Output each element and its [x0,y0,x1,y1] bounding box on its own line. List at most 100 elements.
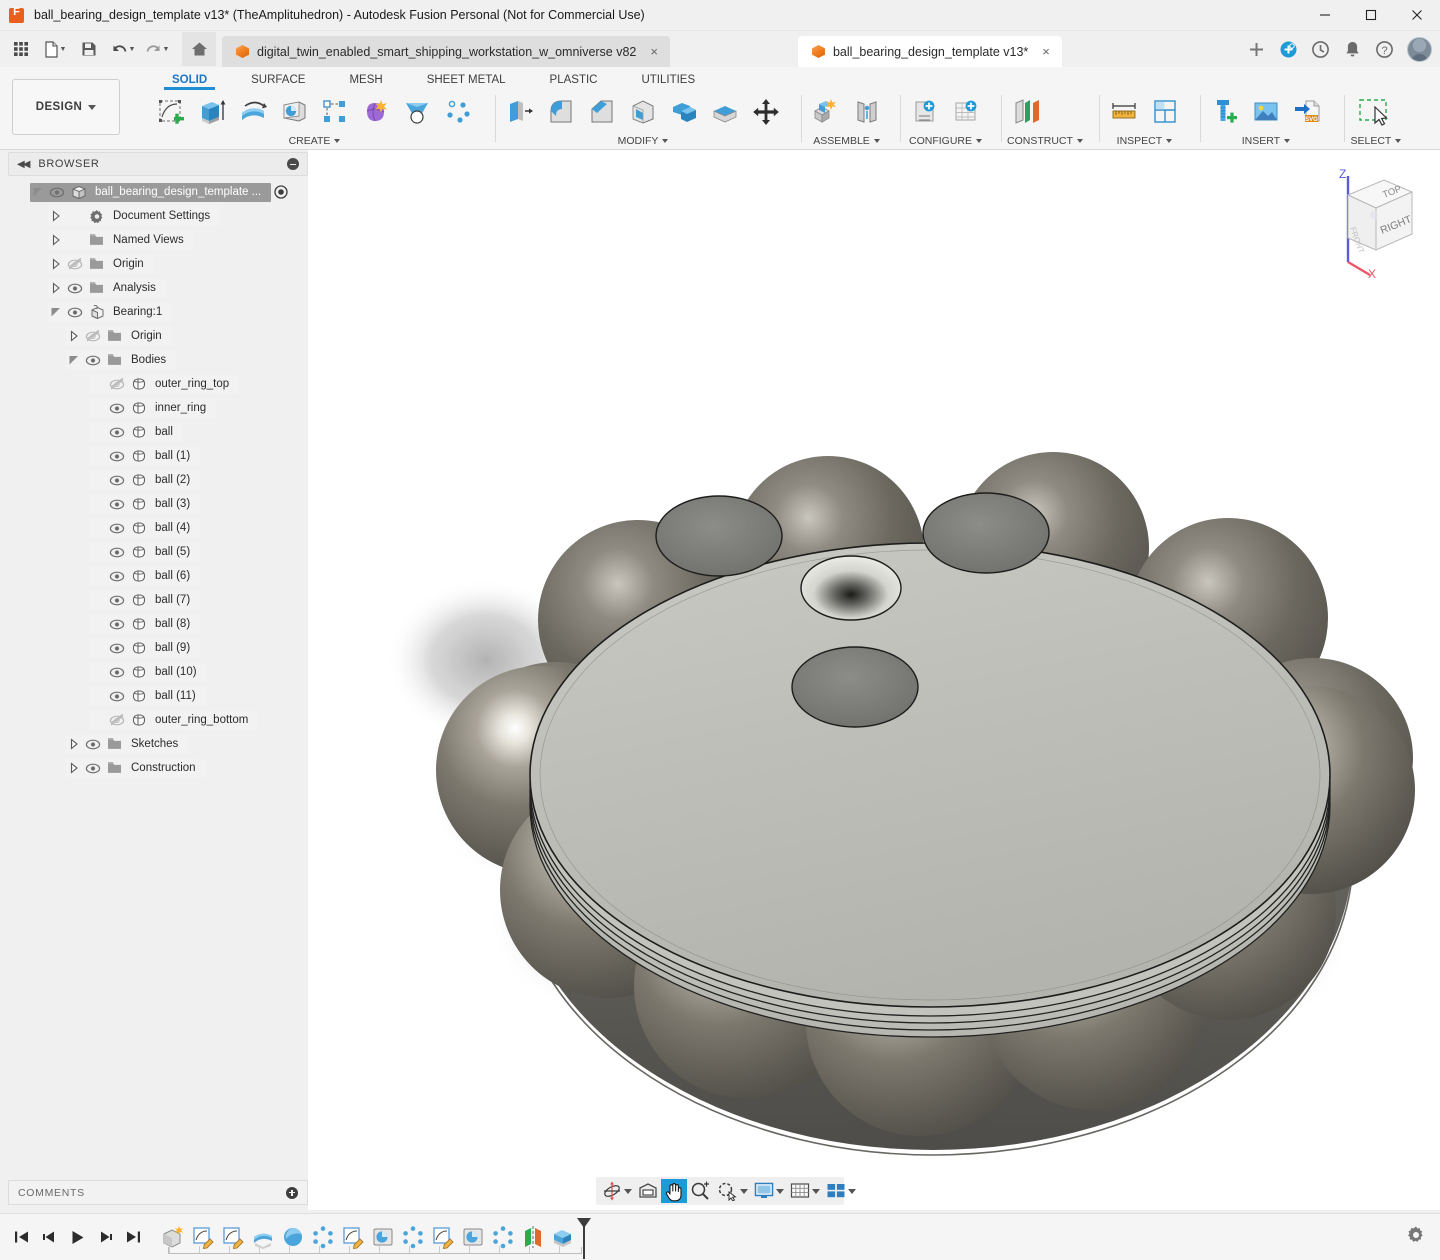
panel-modify-title[interactable]: MODIFY [501,133,785,149]
ribbon-tab-surface[interactable]: SURFACE [229,74,327,90]
tree-node[interactable]: Sketches [8,732,308,756]
fillet-icon[interactable] [542,92,580,132]
revolve-feature-icon[interactable] [248,1222,278,1252]
eye-visible-icon[interactable] [106,567,128,586]
tree-row[interactable]: ball (9) [90,638,201,658]
canvas-3d-viewport[interactable]: Z X TOP RIGHT FRONT [308,150,1440,1210]
eye-visible-icon[interactable] [106,495,128,514]
tree-row[interactable]: ball (2) [90,470,201,490]
home-icon[interactable] [182,32,216,66]
expand-arrow-icon[interactable] [48,255,64,274]
chevron-double-left-icon[interactable]: ◀◀ [17,159,30,170]
form-icon[interactable] [357,92,395,132]
collapse-arrow-icon[interactable] [66,351,82,370]
plus-circle-icon[interactable] [286,1186,298,1199]
eye-visible-icon[interactable] [106,447,128,466]
eye-visible-icon[interactable] [106,687,128,706]
eye-visible-icon[interactable] [106,663,128,682]
eye-visible-icon[interactable] [46,183,68,202]
notifications-button[interactable] [1337,34,1367,64]
tree-row[interactable]: Bodies [66,350,177,370]
combine-feature-icon[interactable] [548,1222,578,1252]
viewports-button[interactable] [823,1179,859,1203]
tree-node[interactable]: ball (5) [8,540,308,564]
fit-button[interactable] [714,1179,751,1203]
panel-inspect-title[interactable]: INSPECT [1105,133,1184,149]
circular-pattern-feature-icon[interactable] [308,1222,338,1252]
tree-node[interactable]: Construction [8,756,308,780]
comments-panel[interactable]: COMMENTS [8,1180,308,1205]
tree-row[interactable]: ball (6) [90,566,201,586]
tree-row[interactable]: Bearing:1 [48,302,173,322]
measure-icon[interactable] [1105,92,1143,132]
section-analysis-icon[interactable] [1146,92,1184,132]
new-file-icon[interactable]: ▼ [38,32,72,66]
circular-pattern-icon[interactable] [439,92,477,132]
circular-pattern-feature-icon[interactable] [398,1222,428,1252]
save-icon[interactable] [72,32,106,66]
tree-node[interactable]: ball_bearing_design_template ... [8,180,308,204]
tree-row[interactable]: Construction [66,758,206,778]
create-sketch-icon[interactable] [152,92,190,132]
undo-icon[interactable]: ▼ [106,32,140,66]
loft-icon[interactable] [398,92,436,132]
circular-pattern-feature-icon[interactable] [488,1222,518,1252]
rectangular-pattern-icon[interactable] [316,92,354,132]
panel-assemble-title[interactable]: ASSEMBLE [807,133,886,149]
panel-configure-title[interactable]: CONFIGURE [906,133,985,149]
tree-node[interactable]: Origin [8,252,308,276]
tree-row[interactable]: outer_ring_top [90,374,240,394]
expand-arrow-icon[interactable] [66,327,82,346]
pan-button[interactable] [661,1179,687,1203]
document-tab-close-icon[interactable]: × [1042,44,1050,59]
panel-construct-title[interactable]: CONSTRUCT [1007,133,1083,149]
tree-node[interactable]: ball (4) [8,516,308,540]
tree-node[interactable]: ball (6) [8,564,308,588]
eye-visible-icon[interactable] [106,591,128,610]
expand-arrow-icon[interactable] [66,759,82,778]
ribbon-tab-sheet-metal[interactable]: SHEET METAL [405,74,528,90]
sketch-feature-icon[interactable] [188,1222,218,1252]
display-settings-button[interactable] [751,1179,787,1203]
sphere-feature-icon[interactable] [278,1222,308,1252]
ribbon-tab-plastic[interactable]: PLASTIC [528,74,620,90]
new-component-icon[interactable] [807,92,845,132]
app-grid-icon[interactable] [4,32,38,66]
tree-row[interactable]: Origin [66,326,172,346]
help-button[interactable]: ? [1369,34,1399,64]
panel-insert-title[interactable]: INSERT [1206,133,1326,149]
chamfer-icon[interactable] [583,92,621,132]
configure-design-icon[interactable] [906,92,944,132]
tree-node[interactable]: ball (7) [8,588,308,612]
tree-node[interactable]: ball (3) [8,492,308,516]
tree-node[interactable]: Bearing:1 [8,300,308,324]
extrude-feature-icon[interactable] [458,1222,488,1252]
eye-visible-icon[interactable] [64,279,86,298]
tree-node[interactable]: ball (11) [8,684,308,708]
tree-node[interactable]: Bodies [8,348,308,372]
sweep-icon[interactable] [275,92,313,132]
look-at-button[interactable] [635,1179,661,1203]
tree-row[interactable]: Named Views [48,230,194,250]
minimize-button[interactable] [1302,0,1348,31]
move-copy-icon[interactable] [747,92,785,132]
new-component-feature-icon[interactable] [158,1222,188,1252]
radio-dot-icon[interactable] [271,183,291,202]
extrude-icon[interactable] [193,92,231,132]
workspace-switcher-button[interactable]: DESIGN [12,79,120,135]
panel-select-title[interactable]: SELECT [1350,133,1402,149]
eye-visible-icon[interactable] [106,399,128,418]
eye-hidden-icon[interactable] [64,255,86,274]
tree-row[interactable]: Origin [48,254,154,274]
tree-row[interactable]: ball (1) [90,446,201,466]
eye-visible-icon[interactable] [106,543,128,562]
maximize-button[interactable] [1348,0,1394,31]
tree-node[interactable]: ball (1) [8,444,308,468]
expand-arrow-icon[interactable] [48,279,64,298]
eye-visible-icon[interactable] [106,423,128,442]
ribbon-tab-solid[interactable]: SOLID [150,74,229,90]
eye-visible-icon[interactable] [82,351,104,370]
tree-node[interactable]: ball [8,420,308,444]
insert-image-icon[interactable] [1247,92,1285,132]
eye-hidden-icon[interactable] [106,375,128,394]
